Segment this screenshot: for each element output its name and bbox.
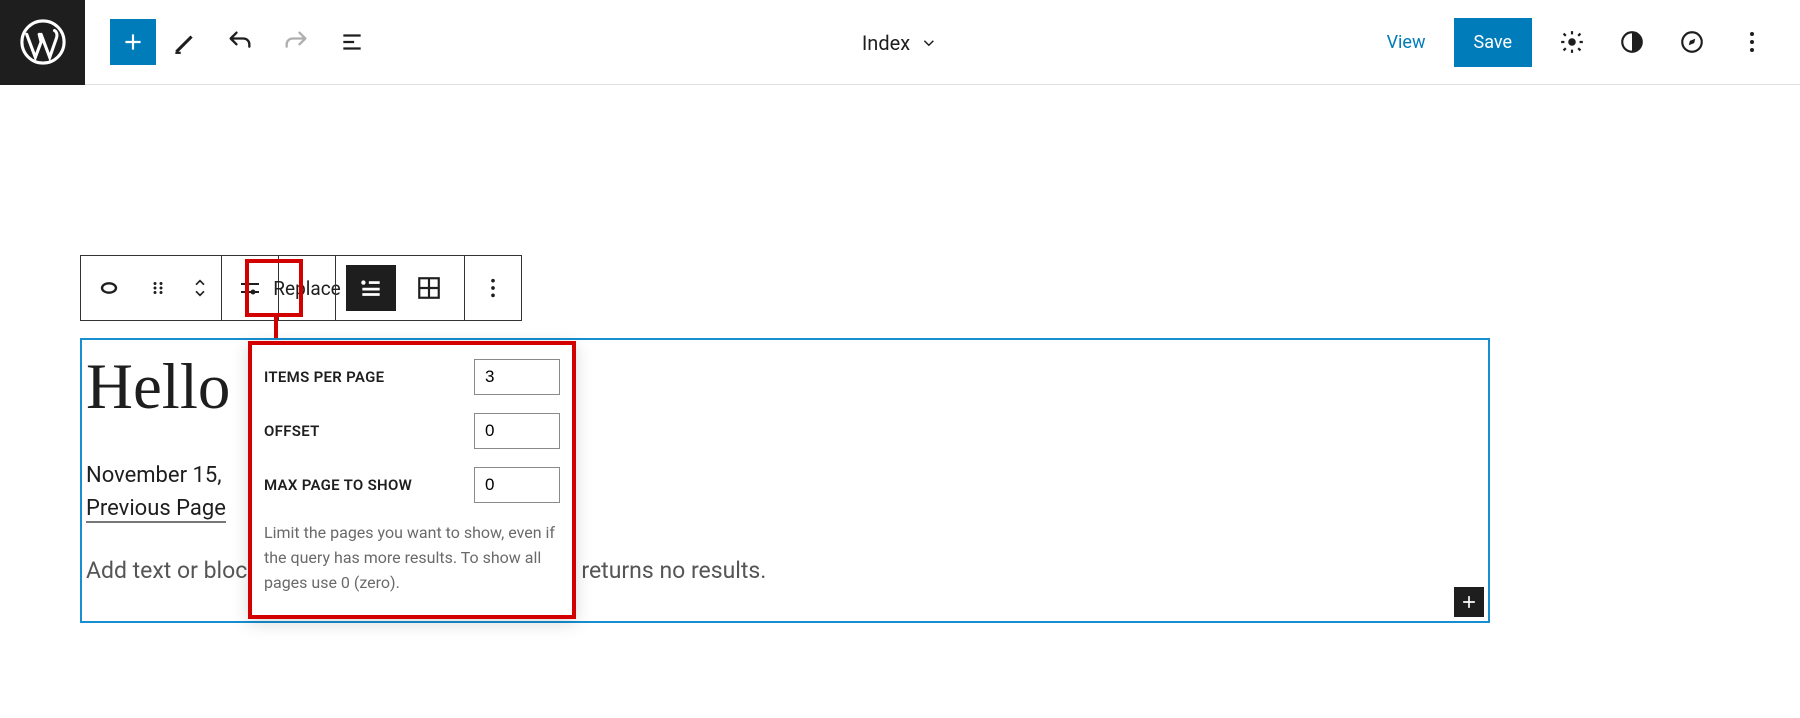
toolbar-right: View Save bbox=[1371, 14, 1800, 70]
block-more-options[interactable] bbox=[465, 256, 521, 320]
offset-label: OFFSET bbox=[264, 422, 320, 440]
max-page-input[interactable] bbox=[474, 467, 560, 503]
query-loop-icon bbox=[95, 274, 123, 302]
pencil-icon bbox=[171, 29, 197, 55]
save-button[interactable]: Save bbox=[1454, 18, 1533, 67]
drag-handle[interactable] bbox=[137, 256, 179, 320]
redo-icon bbox=[282, 28, 310, 56]
list-layout-icon bbox=[358, 275, 384, 301]
edit-mode-button[interactable] bbox=[156, 14, 212, 70]
grid-layout-button[interactable] bbox=[404, 265, 454, 311]
navigation-button[interactable] bbox=[1664, 14, 1720, 70]
more-options-button[interactable] bbox=[1724, 14, 1780, 70]
display-settings-button[interactable] bbox=[222, 256, 278, 320]
block-type-button[interactable] bbox=[81, 256, 137, 320]
contrast-icon bbox=[1619, 29, 1645, 55]
move-arrows[interactable] bbox=[179, 256, 221, 320]
wordpress-logo[interactable] bbox=[0, 0, 85, 85]
replace-button[interactable]: Replace bbox=[279, 256, 335, 320]
undo-button[interactable] bbox=[212, 14, 268, 70]
chevron-down-icon bbox=[192, 288, 208, 300]
items-per-page-input[interactable] bbox=[474, 359, 560, 395]
redo-button bbox=[268, 14, 324, 70]
more-vertical-icon bbox=[1749, 30, 1755, 54]
template-title-dropdown[interactable]: Index bbox=[862, 0, 938, 85]
block-toolbar: Replace bbox=[80, 255, 522, 321]
items-per-page-label: ITEMS PER PAGE bbox=[264, 368, 384, 386]
chevron-up-icon bbox=[192, 276, 208, 288]
styles-button[interactable] bbox=[1604, 14, 1660, 70]
more-vertical-icon bbox=[490, 277, 496, 299]
offset-input[interactable] bbox=[474, 413, 560, 449]
plus-icon bbox=[1459, 592, 1479, 612]
compass-icon bbox=[1679, 29, 1705, 55]
settings-button[interactable] bbox=[1544, 14, 1600, 70]
sliders-icon bbox=[238, 276, 262, 300]
list-view-icon bbox=[339, 29, 365, 55]
gear-icon bbox=[1559, 29, 1585, 55]
template-title-label: Index bbox=[862, 31, 910, 55]
view-link[interactable]: View bbox=[1371, 32, 1442, 53]
chevron-down-icon bbox=[920, 34, 938, 52]
max-page-label: MAX PAGE TO SHOW bbox=[264, 476, 412, 494]
editor-topbar: Index View Save bbox=[0, 0, 1800, 85]
toolbar-left bbox=[110, 14, 380, 70]
list-view-button[interactable] bbox=[324, 14, 380, 70]
plus-icon bbox=[120, 29, 146, 55]
undo-icon bbox=[226, 28, 254, 56]
block-appender-button[interactable] bbox=[1454, 587, 1484, 617]
add-block-button[interactable] bbox=[110, 19, 156, 65]
drag-icon bbox=[149, 279, 167, 297]
grid-layout-icon bbox=[416, 275, 442, 301]
display-settings-popover: ITEMS PER PAGE OFFSET MAX PAGE TO SHOW L… bbox=[248, 341, 576, 619]
list-layout-button[interactable] bbox=[346, 265, 396, 311]
wordpress-icon bbox=[20, 19, 66, 65]
max-page-help-text: Limit the pages you want to show, even i… bbox=[264, 521, 560, 595]
